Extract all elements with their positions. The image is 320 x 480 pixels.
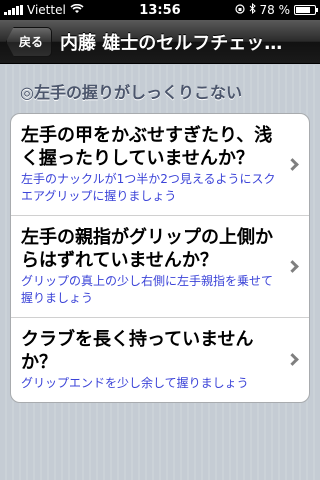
content-area[interactable]: ◎左手の握りがしっくりこない 左手の甲をかぶせすぎたり、浅く握ったりしていません… bbox=[0, 65, 320, 480]
chevron-right-icon bbox=[286, 353, 299, 366]
item-title: 左手の親指がグリップの上側からはずれていませんか？ bbox=[21, 227, 273, 271]
back-button[interactable]: 戻る bbox=[6, 26, 53, 57]
signal-strength-icon bbox=[4, 5, 23, 15]
list-item[interactable]: 左手の甲をかぶせすぎたり、浅く握ったりしていませんか？ 左手のナックルが1つ半か… bbox=[11, 114, 309, 216]
item-title: 左手の甲をかぶせすぎたり、浅く握ったりしていませんか？ bbox=[21, 125, 273, 169]
section-header: ◎左手の握りがしっくりこない bbox=[20, 83, 242, 102]
status-bar: Viettel 13:56 78 % bbox=[0, 0, 320, 20]
check-list: 左手の甲をかぶせすぎたり、浅く握ったりしていませんか？ 左手のナックルが1つ半か… bbox=[10, 113, 310, 403]
battery-icon bbox=[294, 5, 318, 15]
item-subtitle: 左手のナックルが1つ半か2つ見えるようにスクエアグリップに握りましょう bbox=[21, 172, 276, 203]
chevron-right-icon bbox=[286, 259, 299, 273]
wifi-icon bbox=[70, 3, 84, 17]
chevron-right-icon bbox=[286, 157, 299, 171]
item-subtitle: グリップの真上の少し右側に左手親指を乗せて握りましょう bbox=[21, 274, 274, 305]
item-subtitle: グリップエンドを少し余して握りましょう bbox=[21, 376, 249, 390]
status-left: Viettel bbox=[4, 3, 84, 17]
list-item[interactable]: クラブを長く持っていませんか？ グリップエンドを少し余して握りましょう bbox=[11, 318, 309, 402]
battery-percent: 78 % bbox=[259, 3, 291, 17]
item-title: クラブを長く持っていませんか？ bbox=[21, 329, 254, 373]
carrier-name: Viettel bbox=[27, 3, 66, 17]
status-right: 78 % bbox=[234, 2, 318, 17]
lock-rotation-icon bbox=[234, 3, 245, 17]
bluetooth-icon bbox=[249, 2, 256, 17]
page-title: 内藤 雄士のセルフチェッ… bbox=[60, 32, 283, 54]
battery-fill bbox=[296, 7, 311, 13]
list-item[interactable]: 左手の親指がグリップの上側からはずれていませんか？ グリップの真上の少し右側に左… bbox=[11, 216, 309, 318]
navigation-bar: 戻る 内藤 雄士のセルフチェッ… bbox=[0, 20, 320, 64]
